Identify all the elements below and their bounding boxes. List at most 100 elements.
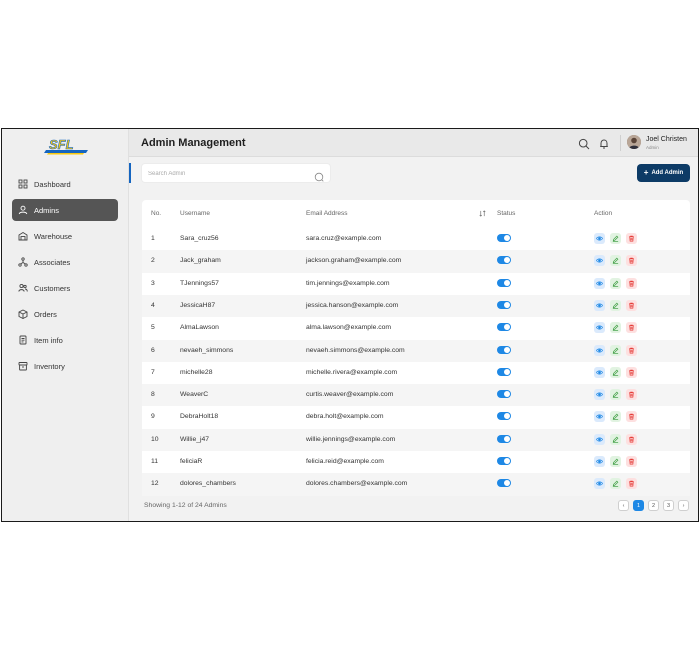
table-row: 6 nevaeh_simmons nevaeh.simmons@example.co… [142, 339, 690, 362]
pencil-icon [612, 436, 619, 443]
delete-button[interactable] [626, 233, 637, 244]
status-toggle[interactable] [497, 390, 511, 399]
view-button[interactable] [594, 389, 605, 401]
status-toggle[interactable] [497, 323, 511, 332]
sidebar-item-associates[interactable]: Associates [12, 251, 118, 273]
delete-button[interactable] [626, 299, 637, 311]
eye-icon [596, 480, 603, 487]
status-toggle[interactable] [497, 345, 511, 354]
status-toggle[interactable] [497, 234, 511, 242]
table-row: 5 AlmaLawson alma.lawson@example.com [142, 317, 690, 339]
sidebar-item-label: Dashboard [34, 179, 71, 189]
table-header: No. Username Email Address Status Action [142, 200, 690, 228]
sidebar-item-inventory[interactable]: Inventory [12, 355, 118, 377]
row-email: tim.jennings@example.com [306, 279, 390, 287]
edit-button[interactable] [610, 344, 621, 356]
pencil-icon [612, 413, 619, 421]
status-toggle[interactable] [497, 412, 511, 421]
status-toggle[interactable] [497, 479, 511, 488]
row-number: 10 [151, 435, 159, 443]
view-button[interactable] [594, 411, 605, 423]
edit-button[interactable] [610, 411, 621, 423]
row-username: michelle28 [180, 368, 213, 376]
edit-button[interactable] [610, 277, 621, 289]
add-admin-button[interactable]: + Add Admin [637, 164, 690, 182]
status-toggle[interactable] [497, 457, 511, 465]
next-page-button[interactable]: › [678, 500, 689, 511]
table-row: 10 Willie_j47 willie.jennings@example.com [142, 428, 690, 451]
delete-button[interactable] [626, 255, 637, 267]
view-button[interactable] [594, 433, 605, 445]
trash-icon [628, 436, 635, 443]
status-toggle[interactable] [497, 434, 511, 443]
search-icon[interactable] [578, 137, 590, 150]
view-button[interactable] [594, 478, 605, 490]
delete-button[interactable] [626, 277, 637, 289]
view-button[interactable] [594, 366, 605, 378]
delete-button[interactable] [626, 478, 637, 490]
delete-button[interactable] [626, 366, 637, 378]
edit-button[interactable] [610, 322, 621, 334]
delete-button[interactable] [626, 433, 637, 445]
edit-button[interactable] [610, 366, 621, 378]
page-button-2[interactable]: 2 [648, 500, 659, 511]
sidebar-item-label: Customers [34, 283, 71, 293]
view-button[interactable] [594, 344, 605, 356]
eye-icon [596, 458, 603, 465]
view-button[interactable] [594, 299, 605, 311]
eye-icon [596, 391, 603, 398]
warehouse-icon [18, 231, 28, 241]
document-icon [18, 335, 28, 345]
view-button[interactable] [594, 233, 605, 244]
sort-icon[interactable] [479, 210, 486, 219]
delete-button[interactable] [626, 411, 637, 423]
edit-button[interactable] [610, 389, 621, 401]
plus-icon: + [643, 168, 649, 177]
status-toggle[interactable] [497, 367, 511, 376]
sidebar-item-label: Inventory [34, 361, 65, 371]
delete-button[interactable] [626, 322, 637, 334]
brand-logo[interactable]: SFL [44, 137, 90, 157]
sidebar-item-customers[interactable]: Customers [12, 277, 118, 299]
search-input[interactable] [148, 168, 308, 180]
delete-button[interactable] [626, 456, 637, 467]
row-number: 6 [151, 346, 155, 354]
user-icon [18, 205, 28, 215]
view-button[interactable] [594, 277, 605, 289]
view-button[interactable] [594, 322, 605, 334]
view-button[interactable] [594, 255, 605, 267]
avatar[interactable] [627, 135, 641, 149]
page-button-1[interactable]: 1 [633, 500, 644, 511]
sidebar-item-item-info[interactable]: Item info [12, 329, 118, 351]
row-email: dolores.chambers@example.com [306, 480, 408, 488]
edit-button[interactable] [610, 299, 621, 311]
trash-icon [628, 280, 635, 287]
pagination-summary: Showing 1-12 of 24 Admins [144, 502, 227, 509]
edit-button[interactable] [610, 255, 621, 267]
sidebar-item-dashboard[interactable]: Dashboard [12, 173, 118, 195]
table-row: 12 dolores_chambers dolores.chambers@examp… [142, 473, 690, 496]
status-toggle[interactable] [497, 278, 511, 287]
edit-button[interactable] [610, 478, 621, 490]
delete-button[interactable] [626, 344, 637, 356]
page-button-3[interactable]: 3 [663, 500, 674, 511]
table-row: 11 feliciaR felicia.reid@example.com [142, 451, 690, 473]
sidebar-item-orders[interactable]: Orders [12, 303, 118, 325]
edit-button[interactable] [610, 456, 621, 467]
row-username: Jack_graham [180, 257, 221, 265]
box-icon [18, 309, 28, 319]
pencil-icon [612, 324, 619, 332]
edit-button[interactable] [610, 233, 621, 244]
prev-page-button[interactable]: ‹ [618, 500, 629, 511]
eye-icon [596, 235, 603, 242]
bell-icon[interactable] [598, 137, 610, 149]
status-toggle[interactable] [497, 300, 511, 309]
view-button[interactable] [594, 456, 605, 467]
edit-button[interactable] [610, 433, 621, 445]
status-toggle[interactable] [497, 256, 511, 265]
search-icon[interactable] [314, 169, 324, 182]
row-number: 9 [151, 413, 155, 421]
sidebar-item-warehouse[interactable]: Warehouse [12, 225, 118, 247]
delete-button[interactable] [626, 389, 637, 401]
sidebar-item-admins[interactable]: Admins [12, 199, 118, 221]
